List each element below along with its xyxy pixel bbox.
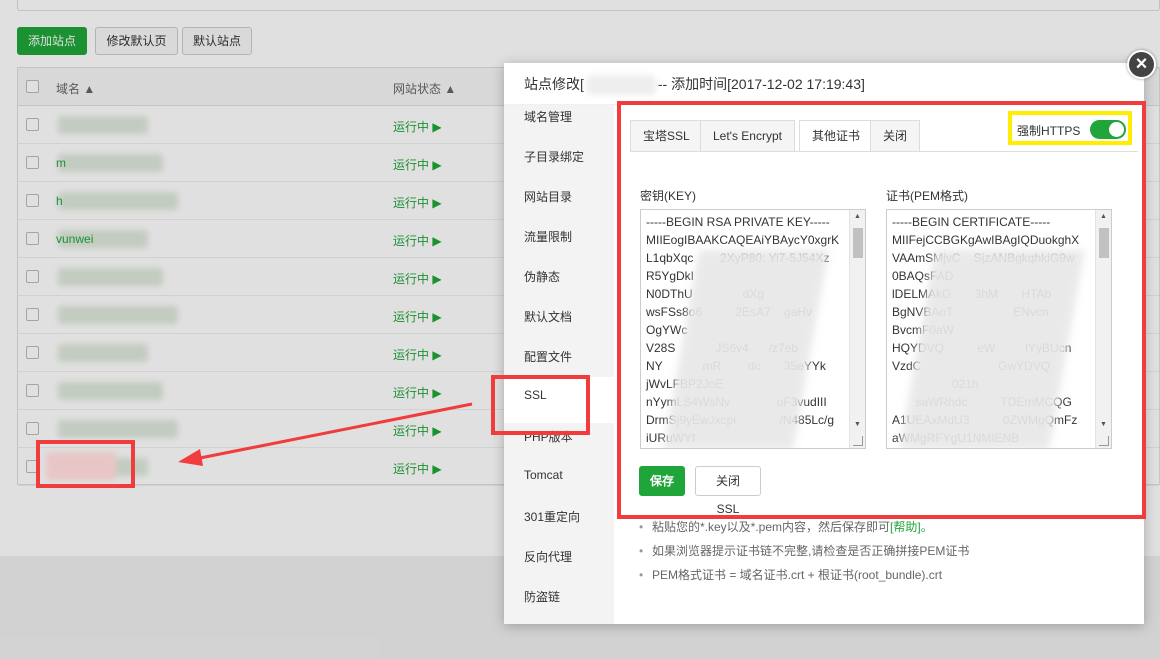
sidebar-item[interactable]: Tomcat	[524, 468, 563, 482]
blurred-site-name	[585, 75, 656, 96]
force-https-label: 强制HTTPS	[1017, 124, 1081, 138]
tip-item: PEM格式证书 = 域名证书.crt + 根证书(root_bundle).cr…	[638, 563, 1138, 587]
ssl-tips: 粘贴您的*.key以及*.pem内容，然后保存即可[帮助]。 如果浏览器提示证书…	[638, 515, 1138, 587]
close-icon[interactable]: ×	[1127, 50, 1156, 79]
modal-sidebar: 域名管理 子目录绑定 网站目录 流量限制 伪静态 默认文档 配置文件 SSL PHP版本 Tomc…	[504, 105, 616, 624]
modal-title: 站点修改[-- 添加时间[2017-12-02 17:19:43]	[504, 63, 1144, 105]
tip-item: 如果浏览器提示证书链不完整,请检查是否正确拼接PEM证书	[638, 539, 1138, 563]
annotation-box-ssl-panel	[617, 101, 1146, 519]
sidebar-item[interactable]: 防盗链	[524, 588, 560, 605]
annotation-box-ssl-menu	[491, 375, 590, 435]
sidebar-item[interactable]: 默认文档	[524, 308, 572, 325]
sidebar-item[interactable]: 域名管理	[524, 108, 572, 125]
toggle-switch[interactable]	[1090, 120, 1126, 139]
sidebar-item[interactable]: 反向代理	[524, 548, 572, 565]
sidebar-item[interactable]: 301重定向	[524, 508, 580, 525]
sidebar-item[interactable]: 伪静态	[524, 268, 560, 285]
sidebar-item[interactable]: 流量限制	[524, 228, 572, 245]
sidebar-item[interactable]: 配置文件	[524, 348, 572, 365]
help-link[interactable]: [帮助]。	[890, 520, 933, 534]
sidebar-item[interactable]: 网站目录	[524, 188, 572, 205]
sidebar-item[interactable]: 子目录绑定	[524, 148, 584, 165]
blurred-domain	[46, 452, 116, 480]
force-https-toggle[interactable]: 强制HTTPS	[1008, 111, 1132, 145]
